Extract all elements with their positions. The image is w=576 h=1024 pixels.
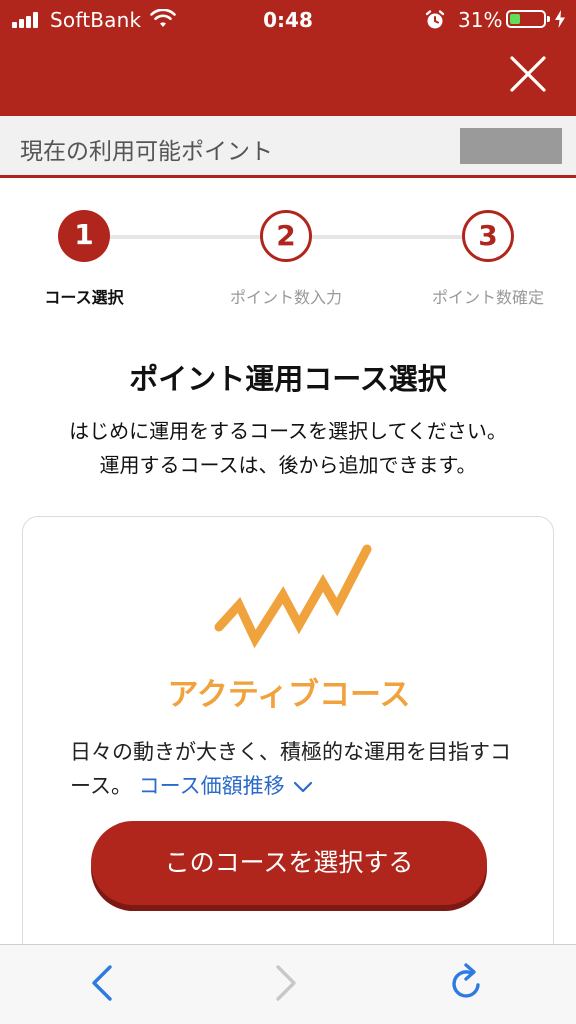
step-3-label: ポイント数確定 xyxy=(431,288,544,307)
close-button[interactable] xyxy=(498,52,558,100)
battery-icon xyxy=(506,10,550,28)
browser-toolbar xyxy=(0,944,576,1024)
alarm-icon xyxy=(425,10,445,29)
course-card: アクティブコース 日々の動きが大きく、積極的な運用を目指すコース。 コース価額推… xyxy=(22,516,554,976)
battery-percent: 31% xyxy=(458,8,503,32)
back-button[interactable] xyxy=(82,961,122,1005)
step-2-label: ポイント数入力 xyxy=(229,288,342,307)
intro-text: はじめに運用をするコースを選択してください。 運用するコースは、後から追加できま… xyxy=(0,414,576,482)
charging-icon xyxy=(555,10,565,28)
chevron-down-icon xyxy=(293,781,312,793)
course-price-history-link[interactable]: コース価額推移 xyxy=(139,774,313,798)
forward-button[interactable] xyxy=(266,961,306,1005)
step-1-indicator: 1 xyxy=(58,210,110,262)
course-description: 日々の動きが大きく、積極的な運用を目指すコース。 コース価額推移 xyxy=(70,735,530,803)
intro-line-2: 運用するコースは、後から追加できます。 xyxy=(99,453,477,477)
zigzag-chart-icon xyxy=(214,544,372,649)
progress-stepper: 1 2 3 コース選択 ポイント数入力 ポイント数確定 xyxy=(0,200,576,310)
battery-level xyxy=(510,14,520,24)
intro-line-1: はじめに運用をするコースを選択してください。 xyxy=(69,419,507,443)
app-header: SoftBank 0:48 31% xyxy=(0,0,576,116)
available-points-bar: 現在の利用可能ポイント xyxy=(0,116,576,178)
step-1-label: コース選択 xyxy=(44,288,124,307)
page-title: ポイント運用コース選択 xyxy=(129,362,447,396)
reload-button[interactable] xyxy=(448,961,488,1005)
step-2-indicator: 2 xyxy=(260,210,312,262)
close-icon xyxy=(510,56,546,92)
status-bar: SoftBank 0:48 31% xyxy=(0,0,576,40)
available-points-value xyxy=(460,128,562,164)
available-points-label: 現在の利用可能ポイント xyxy=(20,139,273,165)
course-name: アクティブコース xyxy=(167,677,411,713)
select-course-button[interactable]: このコースを選択する xyxy=(91,821,487,905)
course-price-history-label: コース価額推移 xyxy=(138,774,285,798)
step-3-indicator: 3 xyxy=(462,210,514,262)
